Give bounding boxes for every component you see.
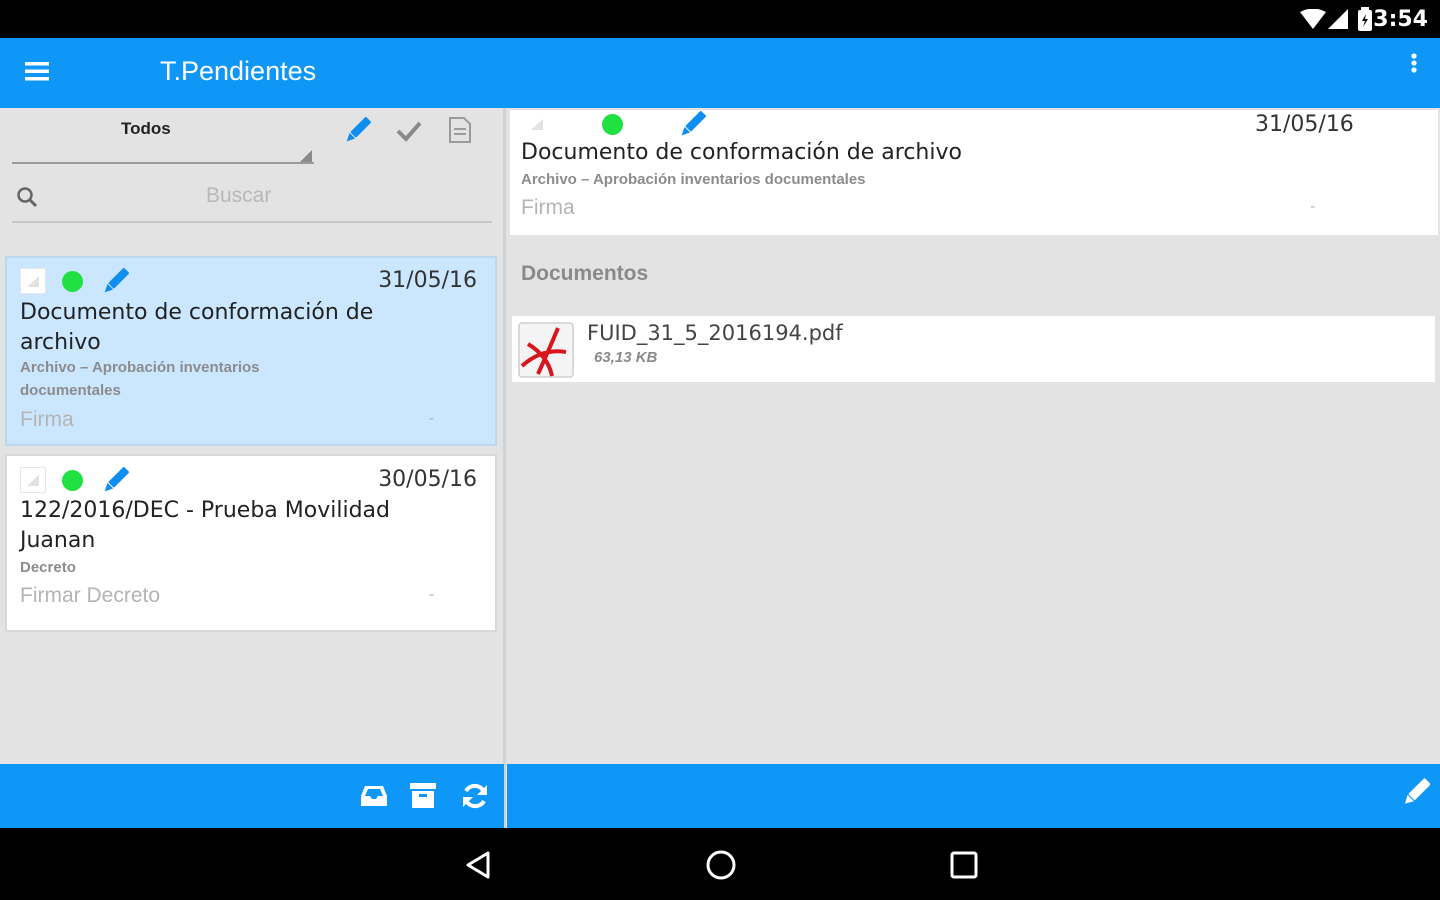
battery-icon (1358, 7, 1372, 31)
task-title: 122/2016/DEC - Prueba Movilidad Juanan (20, 498, 390, 553)
status-time: 3:54 (1373, 7, 1428, 32)
status-bar: 3:54 (0, 0, 1440, 38)
app-bar: T.Pendientes (0, 38, 1440, 108)
refresh-icon[interactable] (461, 782, 489, 810)
pencil-icon (104, 268, 129, 293)
documents-heading: Documentos (521, 262, 649, 285)
task-dash: - (429, 586, 435, 603)
status-dot (62, 271, 83, 292)
task-subtitle: Archivo – Aprobación inventarios documen… (20, 359, 260, 399)
inbox-icon[interactable] (361, 784, 387, 806)
detail-bottom-bar (507, 764, 1440, 828)
pencil-icon (104, 467, 129, 492)
system-nav-bar (0, 828, 1440, 900)
task-card[interactable]: 30/05/16 122/2016/DEC - Prueba Movilidad… (5, 454, 497, 632)
status-dot (602, 114, 623, 135)
document-size: 63,13 KB (594, 349, 658, 366)
detail-action: Firma (521, 196, 575, 219)
task-date: 31/05/16 (378, 268, 477, 293)
status-dot (62, 470, 83, 491)
wifi-icon (1300, 9, 1326, 29)
task-list-pane: Todos Buscar 31/05/16 Documento de confo… (0, 108, 504, 764)
home-icon[interactable] (705, 849, 737, 881)
task-detail-card: 31/05/16 Documento de conformación de ar… (510, 110, 1438, 235)
task-action: Firma (20, 408, 74, 431)
search-underline (12, 221, 492, 223)
task-date: 30/05/16 (378, 467, 477, 492)
overflow-menu-icon[interactable] (1408, 52, 1420, 76)
filter-dropdown[interactable]: Todos (12, 116, 314, 166)
back-icon[interactable] (465, 851, 491, 879)
app-title: T.Pendientes (160, 56, 317, 86)
task-action: Firmar Decreto (20, 584, 161, 607)
document-filter-icon[interactable] (448, 116, 472, 144)
recents-icon[interactable] (950, 851, 978, 879)
edit-filter-icon[interactable] (345, 117, 371, 143)
detail-date: 31/05/16 (1255, 112, 1354, 137)
task-card[interactable]: 31/05/16 Documento de conformación de ar… (5, 256, 497, 446)
pdf-file-icon (518, 322, 574, 378)
signal-icon (1328, 9, 1348, 29)
task-dash: - (429, 410, 435, 427)
list-bottom-bar (0, 764, 504, 828)
task-subtitle: Decreto (20, 559, 76, 576)
archive-icon[interactable] (410, 783, 436, 808)
dropdown-underline (12, 162, 314, 164)
filter-selected-label: Todos (121, 119, 171, 138)
hamburger-menu-icon[interactable] (25, 61, 49, 81)
pencil-icon (681, 111, 706, 136)
priority-indicator (20, 467, 46, 493)
check-filter-icon[interactable] (396, 120, 422, 142)
pane-divider (503, 108, 506, 828)
task-title: Documento de conformación de archivo (20, 300, 374, 355)
priority-indicator (526, 112, 548, 134)
search-icon (17, 187, 38, 208)
document-name: FUID_31_5_2016194.pdf (587, 321, 843, 345)
priority-indicator (20, 268, 46, 294)
detail-title: Documento de conformación de archivo (521, 140, 962, 165)
dropdown-arrow-icon (300, 150, 312, 162)
edit-icon[interactable] (1402, 778, 1430, 806)
document-item[interactable]: FUID_31_5_2016194.pdf 63,13 KB (512, 316, 1435, 382)
detail-subtitle: Archivo – Aprobación inventarios documen… (521, 171, 866, 188)
detail-dash: - (1310, 198, 1316, 215)
search-placeholder: Buscar (206, 184, 272, 207)
search-field[interactable]: Buscar (12, 174, 492, 224)
